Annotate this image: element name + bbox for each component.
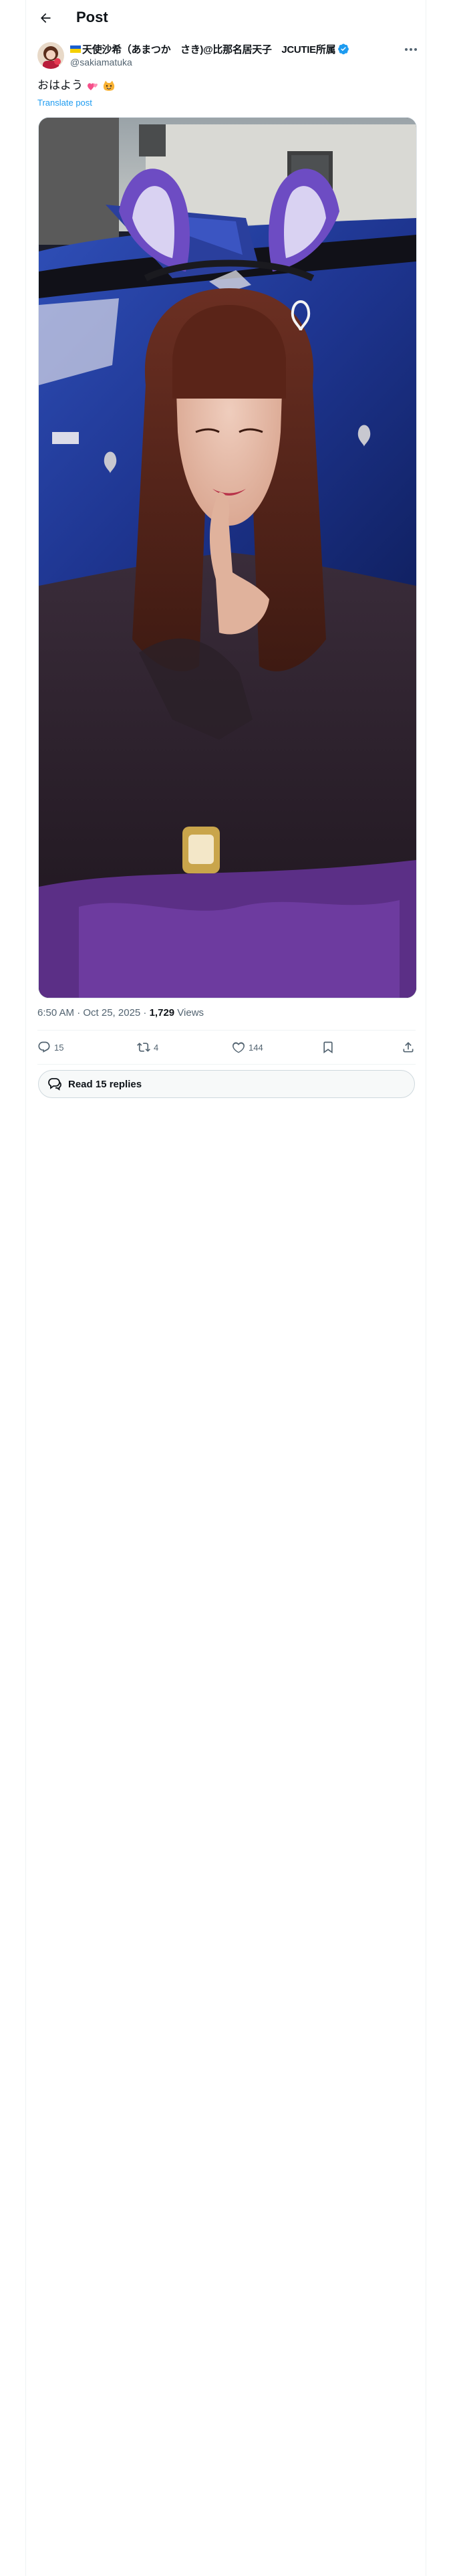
reply-count: 15 [54, 1042, 64, 1053]
views-label: Views [174, 1007, 204, 1018]
like-button[interactable]: 144 [232, 1034, 263, 1061]
post-text-body: おはよう [37, 79, 83, 92]
display-name[interactable]: 天使沙希（あまつか さき)@比那名居天子 JCUTIE所属 [82, 42, 336, 56]
verified-badge-icon[interactable] [337, 43, 349, 55]
post-text: おはよう [37, 78, 116, 94]
chat-bubbles-icon [48, 1078, 61, 1091]
post-timestamp[interactable]: 6:50 AM · Oct 25, 2025 · [37, 1007, 150, 1018]
heart-icon [233, 1042, 245, 1053]
more-options-icon[interactable] [404, 45, 418, 54]
read-replies-label: Read 15 replies [68, 1078, 142, 1090]
page-title: Post [76, 9, 108, 25]
main-column: Post 天使沙希（あまつか さき)@比那名居天子 JCUTIE所属 @saki… [25, 0, 426, 2576]
divider [37, 1030, 416, 1031]
action-bar: 15 4 144 [37, 1034, 416, 1061]
post-meta: 6:50 AM · Oct 25, 2025 · 1,729 Views [37, 1007, 204, 1018]
like-count: 144 [249, 1042, 263, 1053]
avatar[interactable] [37, 42, 64, 69]
author-name-row[interactable]: 天使沙希（あまつか さき)@比那名居天子 JCUTIE所属 [70, 42, 349, 56]
bookmark-icon [323, 1041, 333, 1054]
bookmark-button[interactable] [321, 1034, 335, 1061]
repost-icon [137, 1043, 150, 1052]
top-bar: Post [26, 0, 427, 35]
post-photo[interactable] [38, 117, 417, 998]
reply-button[interactable]: 15 [37, 1034, 63, 1061]
share-button[interactable] [402, 1034, 415, 1061]
repost-button[interactable]: 4 [137, 1034, 158, 1061]
share-icon [403, 1042, 414, 1053]
divider [37, 1064, 416, 1065]
back-button[interactable] [35, 8, 55, 28]
author-handle[interactable]: @sakiamatuka [70, 57, 132, 68]
two-hearts-emoji [87, 82, 98, 90]
cat-smile-emoji [104, 80, 115, 91]
ukraine-flag-icon [70, 45, 81, 53]
views-count: 1,729 [149, 1007, 175, 1018]
arrow-left-icon [41, 13, 51, 23]
repost-count: 4 [154, 1042, 159, 1053]
reply-icon [38, 1041, 50, 1053]
translate-post-link[interactable]: Translate post [37, 98, 92, 108]
read-replies-button[interactable]: Read 15 replies [38, 1070, 415, 1098]
